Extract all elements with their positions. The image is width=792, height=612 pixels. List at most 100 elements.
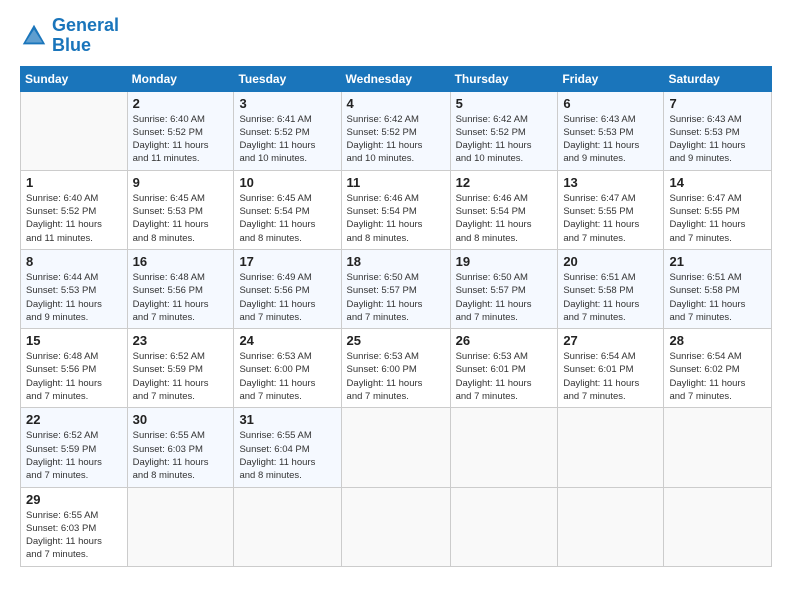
calendar-cell: 7 Sunrise: 6:43 AMSunset: 5:53 PMDaylight… bbox=[664, 91, 772, 170]
calendar-cell: 20Sunrise: 6:51 AMSunset: 5:58 PMDayligh… bbox=[558, 249, 664, 328]
day-info: Sunrise: 6:52 AMSunset: 5:59 PMDaylight:… bbox=[26, 429, 122, 482]
calendar-cell: 24 Sunrise: 6:53 AMSunset: 6:00 PMDayligh… bbox=[234, 329, 341, 408]
day-info: Sunrise: 6:53 AMSunset: 6:00 PMDaylight:… bbox=[239, 350, 335, 403]
day-info: Sunrise: 6:43 AMSunset: 5:53 PMDaylight:… bbox=[563, 113, 658, 166]
day-number: 14 bbox=[669, 175, 766, 190]
day-number: 29 bbox=[26, 492, 122, 507]
day-info: Sunrise: 6:55 AMSunset: 6:03 PMDaylight:… bbox=[26, 509, 122, 562]
week-row-5: 29 Sunrise: 6:55 AMSunset: 6:03 PMDayligh… bbox=[21, 487, 772, 566]
calendar-cell: 8Sunrise: 6:44 AMSunset: 5:53 PMDaylight… bbox=[21, 249, 128, 328]
calendar-cell: 6 Sunrise: 6:43 AMSunset: 5:53 PMDaylight… bbox=[558, 91, 664, 170]
day-number: 17 bbox=[239, 254, 335, 269]
week-row-1: 1Sunrise: 6:40 AMSunset: 5:52 PMDaylight… bbox=[21, 170, 772, 249]
day-info: Sunrise: 6:47 AMSunset: 5:55 PMDaylight:… bbox=[669, 192, 766, 245]
calendar-cell: 4 Sunrise: 6:42 AMSunset: 5:52 PMDaylight… bbox=[341, 91, 450, 170]
day-number: 19 bbox=[456, 254, 553, 269]
day-header-monday: Monday bbox=[127, 66, 234, 91]
day-number: 1 bbox=[26, 175, 122, 190]
calendar-cell bbox=[664, 487, 772, 566]
day-number: 21 bbox=[669, 254, 766, 269]
week-row-4: 22Sunrise: 6:52 AMSunset: 5:59 PMDayligh… bbox=[21, 408, 772, 487]
day-number: 27 bbox=[563, 333, 658, 348]
calendar-cell: 18 Sunrise: 6:50 AMSunset: 5:57 PMDayligh… bbox=[341, 249, 450, 328]
day-number: 10 bbox=[239, 175, 335, 190]
calendar-cell bbox=[21, 91, 128, 170]
day-info: Sunrise: 6:45 AMSunset: 5:54 PMDaylight:… bbox=[239, 192, 335, 245]
calendar-cell: 14 Sunrise: 6:47 AMSunset: 5:55 PMDayligh… bbox=[664, 170, 772, 249]
calendar-cell bbox=[234, 487, 341, 566]
calendar-cell: 25 Sunrise: 6:53 AMSunset: 6:00 PMDayligh… bbox=[341, 329, 450, 408]
day-number: 6 bbox=[563, 96, 658, 111]
day-info: Sunrise: 6:50 AMSunset: 5:57 PMDaylight:… bbox=[347, 271, 445, 324]
day-info: Sunrise: 6:55 AMSunset: 6:03 PMDaylight:… bbox=[133, 429, 229, 482]
day-info: Sunrise: 6:54 AMSunset: 6:02 PMDaylight:… bbox=[669, 350, 766, 403]
calendar-table: SundayMondayTuesdayWednesdayThursdayFrid… bbox=[20, 66, 772, 567]
day-info: Sunrise: 6:42 AMSunset: 5:52 PMDaylight:… bbox=[347, 113, 445, 166]
day-info: Sunrise: 6:44 AMSunset: 5:53 PMDaylight:… bbox=[26, 271, 122, 324]
week-row-2: 8Sunrise: 6:44 AMSunset: 5:53 PMDaylight… bbox=[21, 249, 772, 328]
calendar-cell bbox=[450, 408, 558, 487]
logo-text: General Blue bbox=[52, 16, 119, 56]
day-info: Sunrise: 6:46 AMSunset: 5:54 PMDaylight:… bbox=[456, 192, 553, 245]
day-info: Sunrise: 6:45 AMSunset: 5:53 PMDaylight:… bbox=[133, 192, 229, 245]
week-row-3: 15 Sunrise: 6:48 AMSunset: 5:56 PMDayligh… bbox=[21, 329, 772, 408]
day-number: 7 bbox=[669, 96, 766, 111]
day-header-saturday: Saturday bbox=[664, 66, 772, 91]
calendar-cell: 15 Sunrise: 6:48 AMSunset: 5:56 PMDayligh… bbox=[21, 329, 128, 408]
calendar-cell bbox=[341, 408, 450, 487]
logo: General Blue bbox=[20, 16, 119, 56]
calendar-cell: 19 Sunrise: 6:50 AMSunset: 5:57 PMDayligh… bbox=[450, 249, 558, 328]
day-number: 30 bbox=[133, 412, 229, 427]
calendar-cell: 10 Sunrise: 6:45 AMSunset: 5:54 PMDayligh… bbox=[234, 170, 341, 249]
calendar-cell: 13Sunrise: 6:47 AMSunset: 5:55 PMDayligh… bbox=[558, 170, 664, 249]
logo-icon bbox=[20, 22, 48, 50]
day-number: 4 bbox=[347, 96, 445, 111]
calendar-cell: 16 Sunrise: 6:48 AMSunset: 5:56 PMDayligh… bbox=[127, 249, 234, 328]
day-info: Sunrise: 6:42 AMSunset: 5:52 PMDaylight:… bbox=[456, 113, 553, 166]
day-info: Sunrise: 6:52 AMSunset: 5:59 PMDaylight:… bbox=[133, 350, 229, 403]
day-number: 24 bbox=[239, 333, 335, 348]
calendar-cell: 26Sunrise: 6:53 AMSunset: 6:01 PMDayligh… bbox=[450, 329, 558, 408]
day-number: 20 bbox=[563, 254, 658, 269]
calendar-cell: 30 Sunrise: 6:55 AMSunset: 6:03 PMDayligh… bbox=[127, 408, 234, 487]
day-number: 5 bbox=[456, 96, 553, 111]
calendar-cell: 5 Sunrise: 6:42 AMSunset: 5:52 PMDaylight… bbox=[450, 91, 558, 170]
day-number: 15 bbox=[26, 333, 122, 348]
calendar-cell: 31 Sunrise: 6:55 AMSunset: 6:04 PMDayligh… bbox=[234, 408, 341, 487]
day-info: Sunrise: 6:51 AMSunset: 5:58 PMDaylight:… bbox=[669, 271, 766, 324]
calendar-cell: 21 Sunrise: 6:51 AMSunset: 5:58 PMDayligh… bbox=[664, 249, 772, 328]
day-info: Sunrise: 6:43 AMSunset: 5:53 PMDaylight:… bbox=[669, 113, 766, 166]
day-info: Sunrise: 6:53 AMSunset: 6:00 PMDaylight:… bbox=[347, 350, 445, 403]
day-info: Sunrise: 6:48 AMSunset: 5:56 PMDaylight:… bbox=[26, 350, 122, 403]
day-number: 12 bbox=[456, 175, 553, 190]
calendar-cell: 12 Sunrise: 6:46 AMSunset: 5:54 PMDayligh… bbox=[450, 170, 558, 249]
day-number: 25 bbox=[347, 333, 445, 348]
day-info: Sunrise: 6:48 AMSunset: 5:56 PMDaylight:… bbox=[133, 271, 229, 324]
day-header-sunday: Sunday bbox=[21, 66, 128, 91]
day-number: 16 bbox=[133, 254, 229, 269]
calendar-cell bbox=[450, 487, 558, 566]
calendar-cell: 1Sunrise: 6:40 AMSunset: 5:52 PMDaylight… bbox=[21, 170, 128, 249]
day-header-wednesday: Wednesday bbox=[341, 66, 450, 91]
calendar-cell bbox=[127, 487, 234, 566]
header: General Blue bbox=[20, 16, 772, 56]
day-number: 18 bbox=[347, 254, 445, 269]
calendar-cell: 11 Sunrise: 6:46 AMSunset: 5:54 PMDayligh… bbox=[341, 170, 450, 249]
day-info: Sunrise: 6:46 AMSunset: 5:54 PMDaylight:… bbox=[347, 192, 445, 245]
calendar-cell bbox=[341, 487, 450, 566]
calendar-cell bbox=[558, 408, 664, 487]
day-number: 31 bbox=[239, 412, 335, 427]
day-info: Sunrise: 6:40 AMSunset: 5:52 PMDaylight:… bbox=[133, 113, 229, 166]
calendar-cell: 27Sunrise: 6:54 AMSunset: 6:01 PMDayligh… bbox=[558, 329, 664, 408]
calendar-cell bbox=[558, 487, 664, 566]
calendar-cell: 28 Sunrise: 6:54 AMSunset: 6:02 PMDayligh… bbox=[664, 329, 772, 408]
week-row-0: 2Sunrise: 6:40 AMSunset: 5:52 PMDaylight… bbox=[21, 91, 772, 170]
day-info: Sunrise: 6:55 AMSunset: 6:04 PMDaylight:… bbox=[239, 429, 335, 482]
day-number: 11 bbox=[347, 175, 445, 190]
day-info: Sunrise: 6:47 AMSunset: 5:55 PMDaylight:… bbox=[563, 192, 658, 245]
day-number: 9 bbox=[133, 175, 229, 190]
day-number: 28 bbox=[669, 333, 766, 348]
day-info: Sunrise: 6:50 AMSunset: 5:57 PMDaylight:… bbox=[456, 271, 553, 324]
calendar-cell: 3Sunrise: 6:41 AMSunset: 5:52 PMDaylight… bbox=[234, 91, 341, 170]
day-number: 23 bbox=[133, 333, 229, 348]
